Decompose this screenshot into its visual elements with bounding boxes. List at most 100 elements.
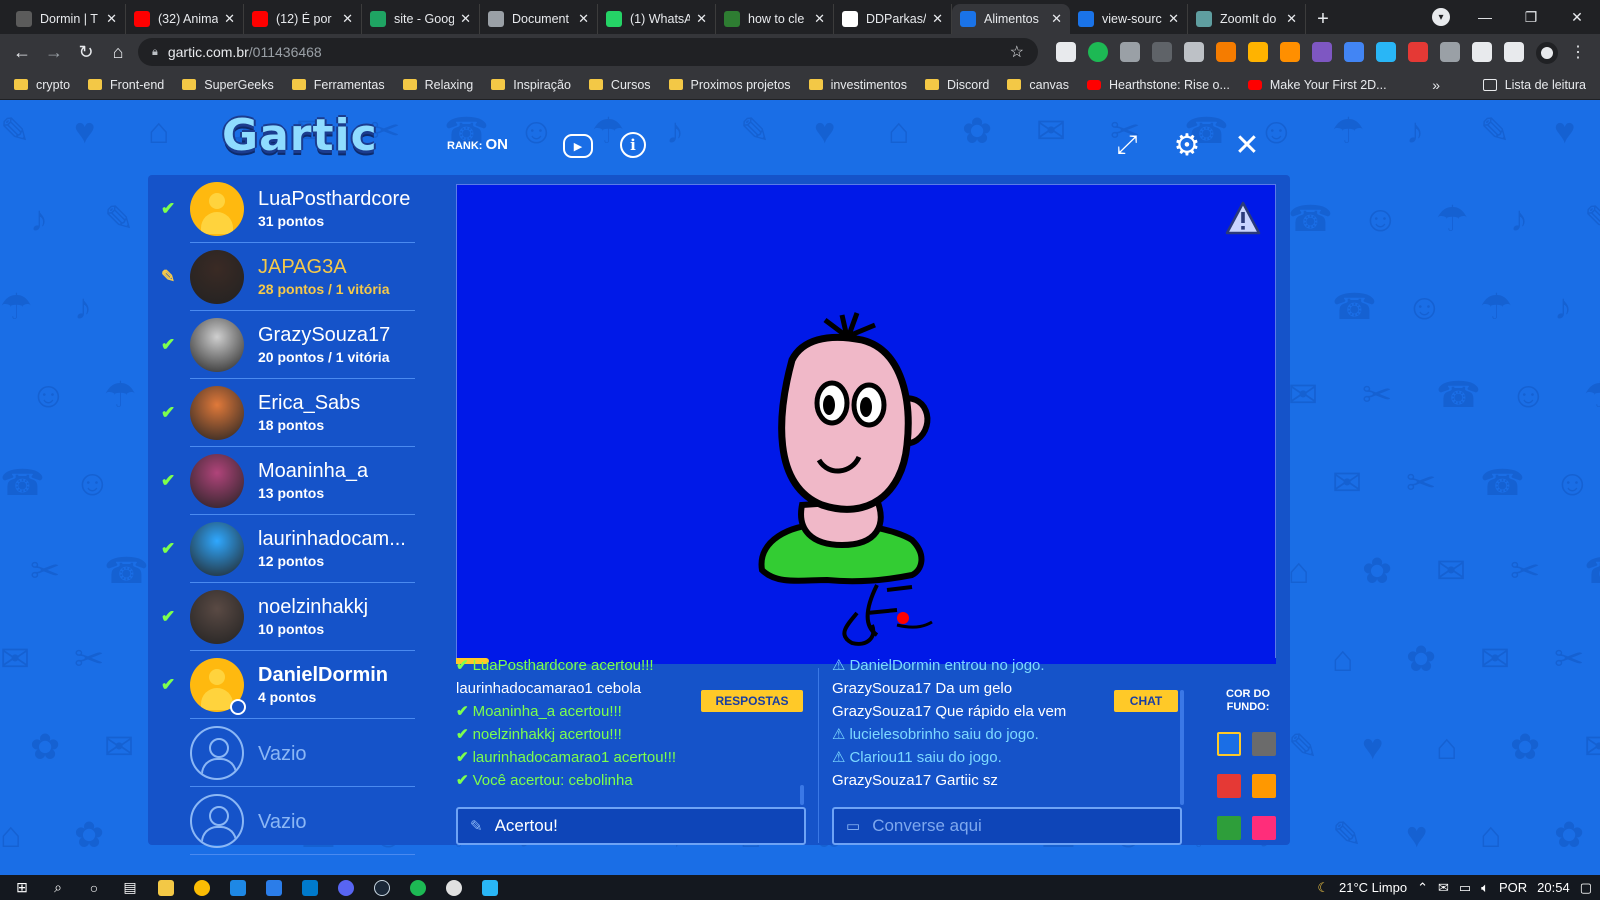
steam-icon[interactable] — [364, 875, 400, 900]
bookmark-folder[interactable]: Discord — [925, 78, 989, 92]
media-control-icon[interactable] — [1504, 42, 1524, 62]
bookmark-folder[interactable]: canvas — [1007, 78, 1069, 92]
todo-icon[interactable] — [256, 875, 292, 900]
extension-icon[interactable] — [1312, 42, 1332, 62]
forward-icon[interactable]: → — [38, 42, 70, 63]
player-slot-empty[interactable]: Vazio — [148, 719, 435, 787]
discord-icon[interactable] — [328, 875, 364, 900]
bookmark-folder[interactable]: crypto — [14, 78, 70, 92]
avatar[interactable] — [190, 726, 244, 780]
app-icon[interactable] — [436, 875, 472, 900]
background-color-swatch[interactable] — [1252, 816, 1276, 840]
restore-icon[interactable]: ❐ — [1508, 9, 1554, 26]
minimize-icon[interactable]: — — [1462, 9, 1508, 25]
app-icon[interactable] — [220, 875, 256, 900]
extension-icon[interactable] — [1088, 42, 1108, 62]
window-close-icon[interactable]: ✕ — [1554, 9, 1600, 26]
tab-close-icon[interactable]: ✕ — [1051, 11, 1062, 27]
bookmark-folder[interactable]: Cursos — [588, 78, 651, 92]
weather-moon-icon[interactable]: ☾ — [1317, 880, 1329, 896]
avatar[interactable] — [190, 250, 244, 304]
notifications-icon[interactable]: ▢ — [1580, 880, 1592, 896]
browser-tab[interactable]: site - Goog ✕ — [362, 4, 480, 34]
lang-indicator[interactable]: POR — [1499, 880, 1527, 895]
browser-tab[interactable]: how to cle ✕ — [716, 4, 834, 34]
browser-tab[interactable]: (1) WhatsA ✕ — [598, 4, 716, 34]
profile-avatar[interactable] — [1536, 42, 1558, 64]
tab-close-icon[interactable]: ✕ — [1168, 11, 1179, 27]
home-icon[interactable]: ⌂ — [102, 42, 134, 63]
volume-icon[interactable]: 🔈︎ — [1481, 880, 1489, 896]
extension-icon[interactable] — [1120, 42, 1140, 62]
browser-tab[interactable]: Alimentos ✕ — [952, 4, 1070, 34]
tray-overflow-icon[interactable]: ⌃ — [1417, 880, 1428, 896]
extension-icon[interactable] — [1280, 42, 1300, 62]
player-row[interactable]: ✔ noelzinhakkj 10 pontos — [148, 583, 435, 651]
bookmark-folder[interactable]: Relaxing — [402, 78, 473, 92]
avatar[interactable] — [190, 522, 244, 576]
bookmark-star-icon[interactable]: ☆ — [1010, 42, 1024, 62]
extension-icon[interactable] — [1440, 42, 1460, 62]
extension-icon[interactable] — [1408, 42, 1428, 62]
avatar[interactable] — [190, 386, 244, 440]
bookmark-folder[interactable]: Front-end — [88, 78, 164, 92]
avatar[interactable] — [190, 590, 244, 644]
bookmark-folder[interactable]: investimentos — [808, 78, 907, 92]
answers-tab-button[interactable]: RESPOSTAS — [701, 690, 803, 712]
mail-icon[interactable]: ✉ — [1438, 880, 1449, 896]
browser-menu-icon[interactable]: ⋮ — [1570, 42, 1586, 62]
browser-tab[interactable]: ZoomIt do ✕ — [1188, 4, 1306, 34]
extension-icon[interactable] — [1152, 42, 1172, 62]
back-icon[interactable]: ← — [6, 42, 38, 63]
tab-close-icon[interactable]: ✕ — [106, 11, 117, 27]
tab-close-icon[interactable]: ✕ — [460, 11, 471, 27]
new-tab-button[interactable]: + — [1306, 4, 1340, 34]
avatar[interactable] — [190, 182, 244, 236]
bookmark-folder[interactable]: Inspiração — [491, 78, 571, 92]
exit-game-icon[interactable]: ✕ — [1232, 129, 1262, 162]
extension-icon[interactable] — [1248, 42, 1268, 62]
browser-tab[interactable]: view-sourc ✕ — [1070, 4, 1188, 34]
tab-close-icon[interactable]: ✕ — [342, 11, 353, 27]
chrome-icon[interactable] — [184, 875, 220, 900]
answers-scrollbar[interactable] — [800, 785, 804, 805]
background-color-swatch[interactable] — [1252, 732, 1276, 756]
browser-tab[interactable]: (12) É por ✕ — [244, 4, 362, 34]
browser-tab[interactable]: Dormin | T ✕ — [8, 4, 126, 34]
extensions-puzzle-icon[interactable] — [1472, 42, 1492, 62]
background-color-swatch[interactable] — [1217, 774, 1241, 798]
bookmark-folder[interactable]: SuperGeeks — [182, 78, 274, 92]
player-row[interactable]: ✔ DanielDormin 4 pontos — [148, 651, 435, 719]
spotify-icon[interactable] — [400, 875, 436, 900]
tab-close-icon[interactable]: ✕ — [1286, 11, 1297, 27]
lock-icon[interactable]: 🔒︎ — [152, 46, 158, 59]
player-row[interactable]: ✔ GrazySouza17 20 pontos / 1 vitória — [148, 311, 435, 379]
search-icon[interactable]: ⌕ — [40, 875, 76, 900]
fullscreen-icon[interactable]: ⤢ — [1112, 129, 1142, 160]
player-row[interactable]: ✔ Erica_Sabs 18 pontos — [148, 379, 435, 447]
address-bar[interactable]: 🔒︎ gartic.com.br/011436468 ☆ — [138, 38, 1038, 66]
background-color-swatch[interactable] — [1217, 732, 1241, 756]
extension-icon[interactable] — [1056, 42, 1076, 62]
tab-close-icon[interactable]: ✕ — [814, 11, 825, 27]
background-color-swatch[interactable] — [1252, 774, 1276, 798]
tab-close-icon[interactable]: ✕ — [932, 11, 943, 27]
extension-icon[interactable] — [1344, 42, 1364, 62]
extension-icon[interactable] — [1216, 42, 1236, 62]
gartic-logo[interactable]: Gartic — [222, 110, 378, 161]
app-icon[interactable] — [472, 875, 508, 900]
windows-start-icon[interactable]: ⊞ — [4, 875, 40, 900]
clock[interactable]: 20:54 — [1537, 880, 1570, 895]
cortana-icon[interactable]: ○ — [76, 875, 112, 900]
player-slot-empty[interactable]: Vazio — [148, 787, 435, 855]
info-icon[interactable]: i — [620, 132, 646, 158]
bookmark-folder[interactable]: Proximos projetos — [668, 78, 791, 92]
tab-close-icon[interactable]: ✕ — [696, 11, 707, 27]
bookmark-folder[interactable]: Ferramentas — [291, 78, 385, 92]
extension-icon[interactable] — [1376, 42, 1396, 62]
player-row[interactable]: ✎ JAPAG3A 28 pontos / 1 vitória — [148, 243, 435, 311]
vscode-icon[interactable] — [292, 875, 328, 900]
task-view-icon[interactable]: ▤ — [112, 875, 148, 900]
extension-icon[interactable] — [1184, 42, 1204, 62]
chat-scrollbar[interactable] — [1180, 690, 1184, 805]
